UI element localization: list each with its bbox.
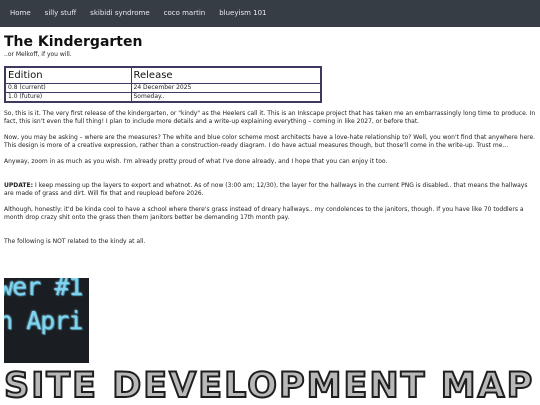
update-text: I keep messing up the layers to export a…: [4, 182, 528, 197]
page-subtitle: ..or Melkoff, if you will.: [4, 51, 72, 58]
site-development-map-heading: SITE DEVELOPMENT MAP: [3, 365, 535, 405]
main-content: The Kindergarten ..or Melkoff, if you wi…: [4, 32, 536, 246]
table-cell-edition: 0.8 (current): [4, 83, 132, 93]
banner-text-line2: n Apri: [4, 306, 83, 335]
page-title: The Kindergarten: [4, 34, 143, 50]
table-cell-edition: 1.0 (future): [4, 92, 132, 103]
table-header-row: Edition Release: [4, 66, 322, 84]
not-related-paragraph: The following is NOT related to the kind…: [4, 238, 146, 245]
edition-table: Edition Release 0.8 (current) 24 Decembe…: [4, 66, 322, 103]
measures-paragraph: Now, you may be asking – where are the m…: [4, 134, 536, 149]
banner-text-line1: wer #1: [4, 278, 83, 301]
table-header-release: Release: [130, 66, 322, 84]
table-cell-release: Someday..: [130, 92, 322, 103]
zoom-paragraph: Anyway, zoom in as much as you wish. I'm…: [4, 158, 388, 165]
nav-item-silly-stuff[interactable]: silly stuff: [38, 0, 84, 27]
table-header-edition: Edition: [4, 66, 132, 84]
table-row: 1.0 (future) Someday..: [4, 92, 322, 103]
nav-item-blueyism-101[interactable]: blueyism 101: [212, 0, 273, 27]
intro-paragraph: So, this is it. The very first release o…: [4, 110, 536, 125]
animated-banner-image: wer #1 n Apri: [4, 278, 89, 363]
nav-item-coco-martin[interactable]: coco martin: [157, 0, 213, 27]
table-cell-release: 24 December 2025: [130, 83, 322, 93]
top-navbar: Home silly stuff skibidi syndrome coco m…: [0, 0, 540, 27]
update-label: UPDATE:: [4, 182, 34, 189]
nav-item-home[interactable]: Home: [3, 0, 38, 27]
honestly-paragraph: Although, honestly: it'd be kinda cool t…: [4, 206, 524, 221]
update-paragraph: UPDATE: I keep messing up the layers to …: [4, 182, 536, 198]
table-row: 0.8 (current) 24 December 2025: [4, 83, 322, 93]
nav-item-skibidi-syndrome[interactable]: skibidi syndrome: [83, 0, 156, 27]
